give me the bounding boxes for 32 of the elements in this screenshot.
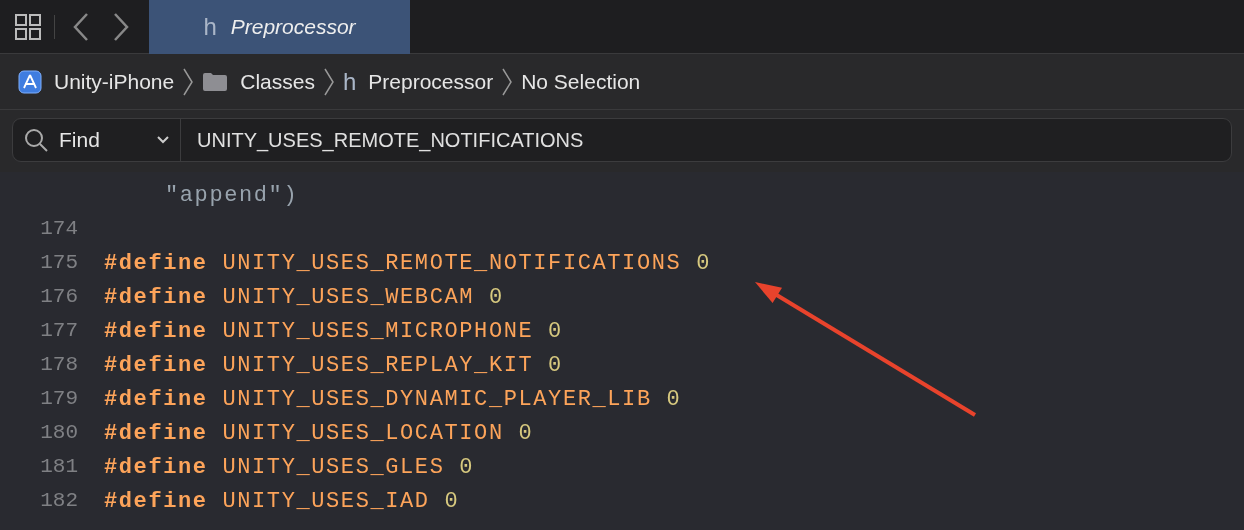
line-number: 181	[39, 454, 78, 481]
line-number: 176	[39, 284, 78, 311]
code-line: "append")	[165, 181, 299, 210]
search-icon	[23, 127, 49, 153]
line-number: 179	[39, 386, 78, 413]
code-line: #define UNITY_USES_REPLAY_KIT 0	[104, 351, 563, 380]
code-line: #define UNITY_USES_IAD 0	[104, 487, 460, 516]
breadcrumb-item[interactable]: h Preprocessor	[342, 63, 494, 100]
code-line: #define UNITY_USES_REMOTE_NOTIFICATIONS 0	[104, 249, 711, 278]
chevron-right-icon	[322, 66, 335, 97]
breadcrumb-item[interactable]: Classes	[202, 65, 315, 98]
breadcrumb-item[interactable]: Unity-iPhone	[18, 65, 175, 98]
folder-icon	[202, 71, 229, 92]
breadcrumb-item[interactable]: No Selection	[521, 65, 641, 98]
chevron-right-icon	[501, 66, 514, 97]
editor-tab[interactable]: h Preprocessor	[149, 0, 410, 54]
code-line: #define UNITY_USES_GLES 0	[104, 453, 475, 482]
line-number: 182	[39, 488, 78, 515]
line-number: 180	[39, 420, 78, 447]
line-number: 175	[39, 250, 78, 277]
find-mode-dropdown[interactable]: Find	[13, 119, 181, 161]
line-number: 177	[39, 318, 78, 345]
line-number: 174	[39, 216, 78, 243]
find-field[interactable]: Find UNITY_USES_REMOTE_NOTIFICATIONS	[12, 118, 1232, 162]
code-line: #define UNITY_USES_MICROPHONE 0	[104, 317, 563, 346]
app-icon	[18, 69, 42, 94]
chevron-down-icon	[156, 135, 170, 145]
chevron-right-icon	[182, 66, 195, 97]
line-number: 178	[39, 352, 78, 379]
code-line: #define UNITY_USES_LOCATION 0	[104, 419, 534, 448]
code-line: #define UNITY_USES_DYNAMIC_PLAYER_LIB 0	[104, 385, 682, 414]
code-line: #define UNITY_USES_WEBCAM 0	[104, 283, 504, 312]
